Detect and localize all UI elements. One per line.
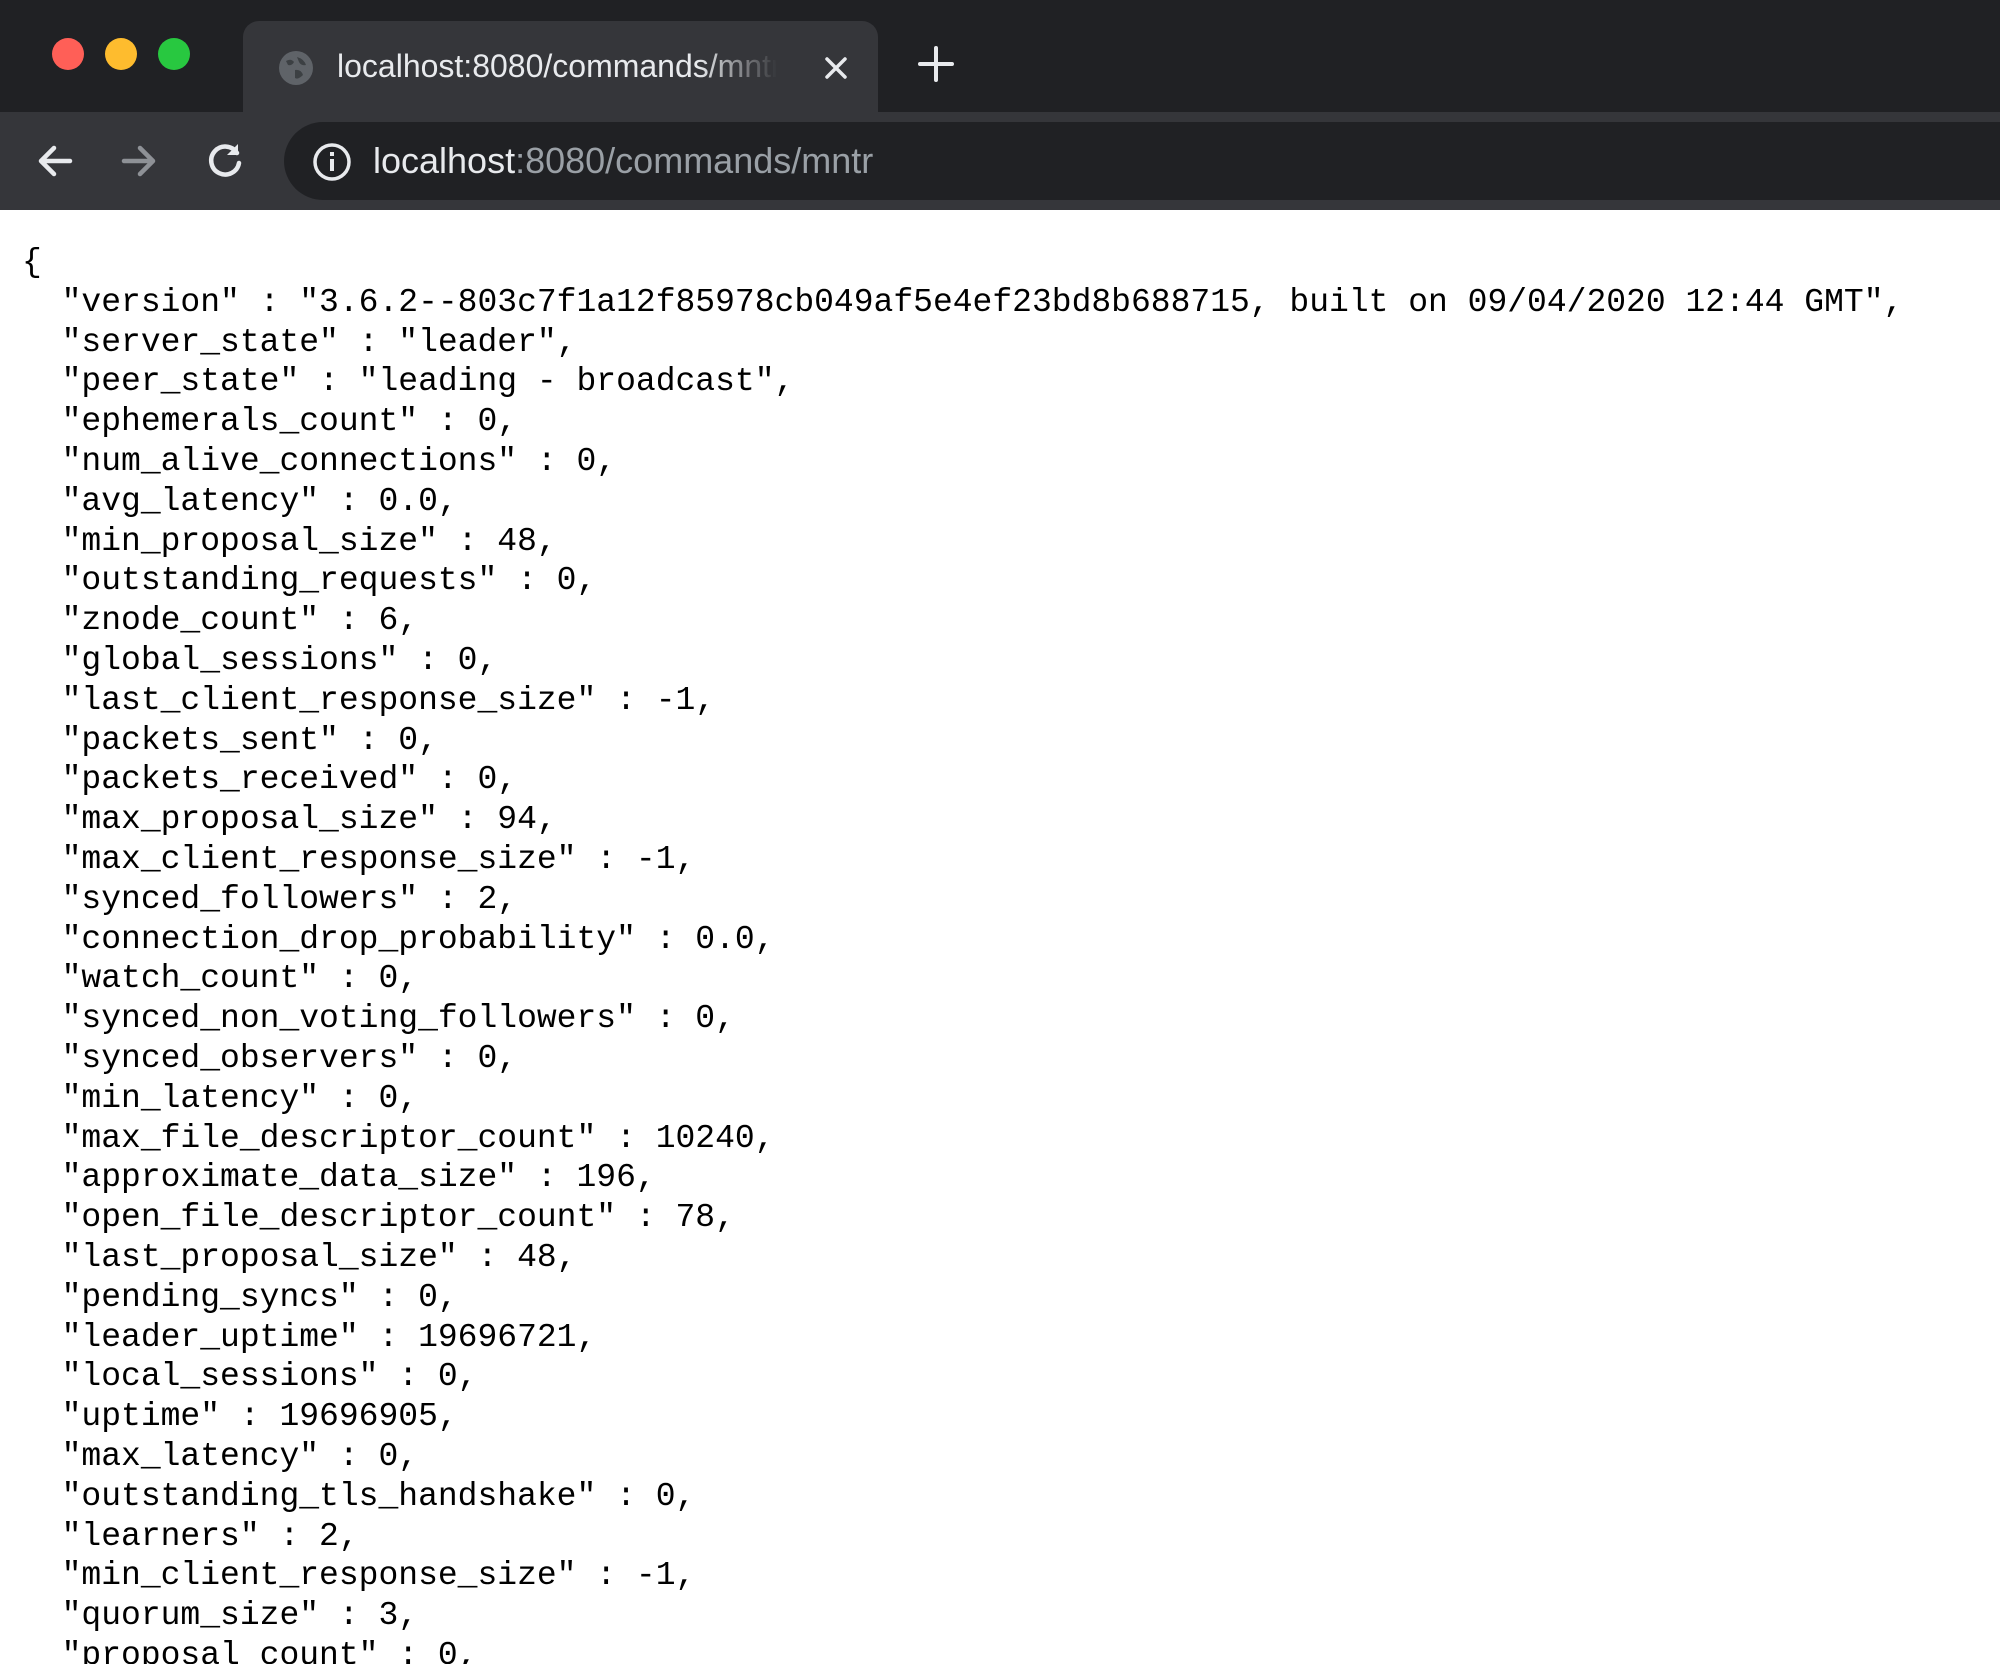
json-line: "packets_sent" : 0, [22, 721, 438, 759]
tab-title: localhost:8080/commands/mntr [337, 48, 777, 84]
json-line: "approximate_data_size" : 196, [22, 1159, 656, 1197]
json-line: "max_proposal_size" : 94, [22, 801, 557, 839]
json-line: "synced_non_voting_followers" : 0, [22, 1000, 735, 1038]
address-bar[interactable]: localhost:8080/commands/mntr [284, 122, 2000, 200]
json-line: "num_alive_connections" : 0, [22, 442, 617, 480]
json-line: "znode_count" : 6, [22, 602, 419, 640]
maximize-window-button[interactable] [158, 38, 190, 70]
json-line: "leader_uptime" : 19696721, [22, 1318, 597, 1356]
json-line: "server_state" : "leader", [22, 323, 577, 361]
minimize-window-button[interactable] [105, 38, 137, 70]
json-line: "open_file_descriptor_count" : 78, [22, 1199, 735, 1237]
json-line: "avg_latency" : 0.0, [22, 482, 458, 520]
url-host: localhost [373, 140, 516, 181]
json-line: "synced_followers" : 2, [22, 880, 518, 918]
close-tab-icon[interactable] [821, 53, 851, 83]
back-icon[interactable] [30, 136, 80, 186]
json-line: "last_client_response_size" : -1, [22, 681, 716, 719]
json-line: "packets_received" : 0, [22, 761, 518, 799]
json-line: "proposal_count" : 0, [22, 1636, 478, 1664]
json-line: "local_sessions" : 0, [22, 1358, 478, 1396]
json-line: "min_client_response_size" : -1, [22, 1557, 696, 1595]
json-line: "quorum_size" : 3, [22, 1597, 419, 1635]
json-line: "max_latency" : 0, [22, 1437, 419, 1475]
url-text[interactable]: localhost:8080/commands/mntr [373, 139, 873, 183]
globe-icon [279, 51, 313, 85]
json-line: { [22, 244, 42, 281]
json-line: "peer_state" : "leading - broadcast", [22, 363, 795, 401]
json-line: "min_latency" : 0, [22, 1079, 419, 1117]
json-response-body: { "version" : "3.6.2--803c7f1a12f85978cb… [22, 243, 2000, 1664]
json-line: "min_proposal_size" : 48, [22, 522, 557, 560]
json-line: "version" : "3.6.2--803c7f1a12f85978cb04… [22, 283, 1904, 321]
json-line: "learners" : 2, [22, 1517, 359, 1555]
json-line: "synced_observers" : 0, [22, 1039, 518, 1077]
json-line: "pending_syncs" : 0, [22, 1278, 458, 1316]
browser-toolbar: localhost:8080/commands/mntr [0, 112, 2000, 210]
json-line: "ephemerals_count" : 0, [22, 403, 518, 441]
json-line: "max_file_descriptor_count" : 10240, [22, 1119, 775, 1157]
close-window-button[interactable] [52, 38, 84, 70]
reload-icon[interactable] [200, 136, 250, 186]
new-tab-icon[interactable] [916, 44, 956, 84]
json-line: "uptime" : 19696905, [22, 1398, 458, 1436]
url-path: :8080/commands/mntr [515, 140, 874, 181]
info-icon[interactable] [312, 142, 352, 182]
tab-strip: localhost:8080/commands/mntr [0, 0, 2000, 112]
json-line: "last_proposal_size" : 48, [22, 1238, 577, 1276]
json-line: "watch_count" : 0, [22, 960, 419, 998]
forward-icon[interactable] [114, 136, 164, 186]
json-line: "max_client_response_size" : -1, [22, 840, 696, 878]
json-line: "outstanding_requests" : 0, [22, 562, 597, 600]
active-tab[interactable]: localhost:8080/commands/mntr [243, 21, 878, 112]
json-line: "global_sessions" : 0, [22, 641, 498, 679]
json-line: "outstanding_tls_handshake" : 0, [22, 1477, 696, 1515]
json-line: "connection_drop_probability" : 0.0, [22, 920, 775, 958]
